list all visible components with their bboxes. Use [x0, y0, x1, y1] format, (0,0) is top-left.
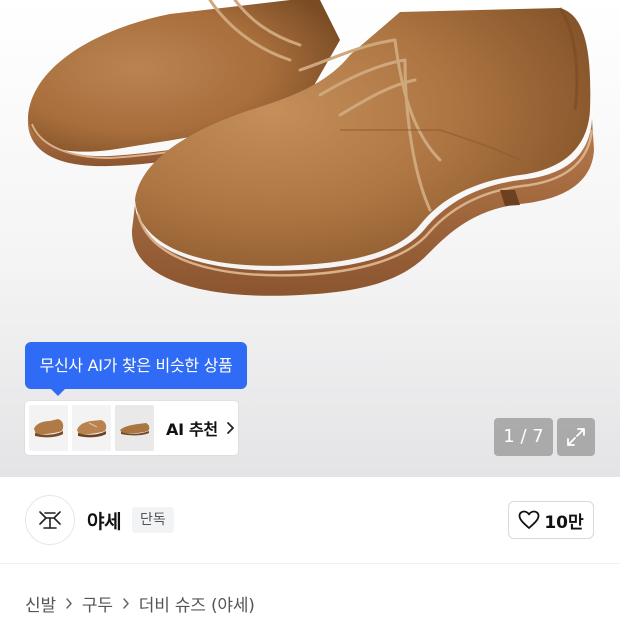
- shoe-thumbnail-icon: [33, 419, 63, 438]
- ai-recommend-tooltip: 무신사 AI가 찾은 비슷한 상품: [25, 342, 247, 396]
- breadcrumb-item[interactable]: 구두: [82, 591, 113, 616]
- expand-image-button[interactable]: [557, 418, 595, 456]
- product-image-viewer[interactable]: 무신사 AI가 찾은 비슷한 상품 AI 추천 1 / 7: [0, 0, 620, 477]
- chevron-right-icon: [65, 597, 73, 610]
- breadcrumb-item[interactable]: 더비 슈즈 (야세): [139, 591, 255, 616]
- expand-icon: [567, 428, 585, 446]
- brand-row: 야세 단독 10만: [0, 477, 620, 563]
- exclusive-badge: 단독: [132, 507, 174, 533]
- shoe-thumbnail-icon: [76, 420, 106, 438]
- heart-icon: [518, 510, 540, 529]
- breadcrumb-item[interactable]: 신발: [25, 591, 56, 616]
- like-count: 10만: [544, 512, 584, 533]
- similar-product-thumbnail[interactable]: [29, 405, 68, 451]
- similar-product-thumbnail[interactable]: [115, 405, 154, 451]
- breadcrumb: 신발 구두 더비 슈즈 (야세): [25, 591, 255, 616]
- brand-name[interactable]: 야세: [87, 507, 122, 534]
- similar-product-thumbnail[interactable]: [72, 405, 111, 451]
- chevron-right-icon: [122, 597, 130, 610]
- like-button[interactable]: 10만: [508, 501, 594, 539]
- ai-recommend-label: AI 추천: [166, 420, 218, 439]
- image-page-indicator: 1 / 7: [494, 418, 553, 456]
- ai-recommend-button[interactable]: AI 추천: [25, 401, 238, 455]
- brand-logo[interactable]: [25, 495, 75, 545]
- brand-logo-icon: [39, 511, 61, 529]
- chevron-right-icon: [226, 421, 235, 435]
- shoe-thumbnail-icon: [119, 423, 149, 436]
- section-divider: [0, 563, 620, 564]
